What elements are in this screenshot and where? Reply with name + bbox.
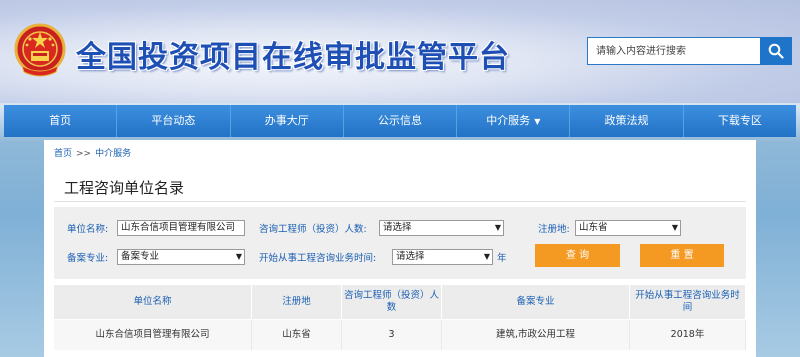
registration-select[interactable]: 山东省 ▼: [575, 220, 681, 236]
table-row[interactable]: 山东合信项目管理有限公司 山东省 3 建筑,市政公用工程 2018年: [54, 320, 746, 350]
page-title: 工程咨询单位名录: [64, 179, 185, 197]
engineer-count-select[interactable]: 请选择 ▼: [379, 220, 504, 236]
search-icon: [768, 43, 784, 59]
dropdown-arrow-icon: ▼: [483, 252, 490, 261]
dropdown-arrow-icon: ▼: [671, 223, 678, 232]
national-emblem-icon: [14, 23, 66, 77]
registration-value: 山东省: [579, 222, 608, 233]
nav-item-intermediary-services[interactable]: 中介服务 ▼: [457, 105, 571, 137]
title-divider: [54, 201, 746, 202]
search-input[interactable]: [587, 37, 760, 65]
breadcrumb-current[interactable]: 中介服务: [95, 149, 131, 159]
breadcrumb: 首页 >> 中介服务: [54, 146, 131, 159]
year-unit: 年: [497, 253, 507, 264]
table-header: 单位名称 注册地 咨询工程师（投资）人数 备案专业 开始从事工程咨询业务时间: [54, 285, 746, 320]
engineer-count-label: 咨询工程师（投资）人数:: [259, 224, 367, 235]
search-button[interactable]: [760, 37, 792, 65]
filter-panel: 单位名称: 山东合信项目管理有限公司 咨询工程师（投资）人数: 请选择 ▼ 注册地…: [54, 207, 746, 279]
column-header: 注册地: [252, 285, 342, 319]
table-cell: 2018年: [630, 320, 746, 350]
dropdown-arrow-icon: ▼: [235, 252, 242, 261]
column-header: 单位名称: [54, 285, 252, 319]
nav-item-public-info[interactable]: 公示信息: [344, 105, 458, 137]
main-nav: 首页 平台动态 办事大厅 公示信息 中介服务 ▼ 政策法规 下载专区: [4, 105, 796, 137]
engineer-count-value: 请选择: [383, 222, 412, 233]
unit-name-label: 单位名称:: [67, 224, 109, 235]
nav-item-service-hall[interactable]: 办事大厅: [231, 105, 344, 137]
nav-item-home[interactable]: 首页: [4, 105, 118, 137]
chevron-down-icon: ▼: [534, 117, 541, 126]
site-title: 全国投资项目在线审批监管平台: [76, 40, 510, 75]
site-header: 全国投资项目在线审批监管平台: [0, 0, 800, 103]
registration-label: 注册地:: [538, 224, 570, 235]
column-header: 咨询工程师（投资）人数: [342, 285, 442, 319]
nav-item-platform-news[interactable]: 平台动态: [117, 105, 231, 137]
unit-name-input[interactable]: 山东合信项目管理有限公司: [117, 220, 245, 236]
column-header: 开始从事工程咨询业务时间: [630, 285, 746, 319]
major-value: 备案专业: [121, 251, 160, 262]
major-label: 备案专业:: [67, 253, 109, 264]
major-select[interactable]: 备案专业 ▼: [117, 249, 245, 265]
table-cell: 建筑,市政公用工程: [442, 320, 630, 350]
start-time-value: 请选择: [396, 251, 425, 262]
table-cell: 山东省: [252, 320, 342, 350]
table-cell: 山东合信项目管理有限公司: [54, 320, 252, 350]
breadcrumb-separator: >>: [76, 149, 92, 159]
column-header: 备案专业: [442, 285, 630, 319]
search-bar: [587, 37, 792, 65]
table-cell: 3: [342, 320, 442, 350]
content-panel: 首页 >> 中介服务 工程咨询单位名录 单位名称: 山东合信项目管理有限公司 咨询工…: [44, 140, 756, 357]
reset-button[interactable]: 重 置: [640, 244, 724, 267]
dropdown-arrow-icon: ▼: [494, 223, 501, 232]
start-time-label: 开始从事工程咨询业务时间:: [259, 253, 377, 264]
results-table: 单位名称 注册地 咨询工程师（投资）人数 备案专业 开始从事工程咨询业务时间 山…: [54, 285, 746, 350]
query-button[interactable]: 查 询: [535, 244, 620, 267]
start-time-select[interactable]: 请选择 ▼: [392, 249, 493, 265]
nav-item-downloads[interactable]: 下载专区: [684, 105, 796, 137]
breadcrumb-home-link[interactable]: 首页: [54, 149, 72, 159]
nav-item-policies[interactable]: 政策法规: [570, 105, 684, 137]
